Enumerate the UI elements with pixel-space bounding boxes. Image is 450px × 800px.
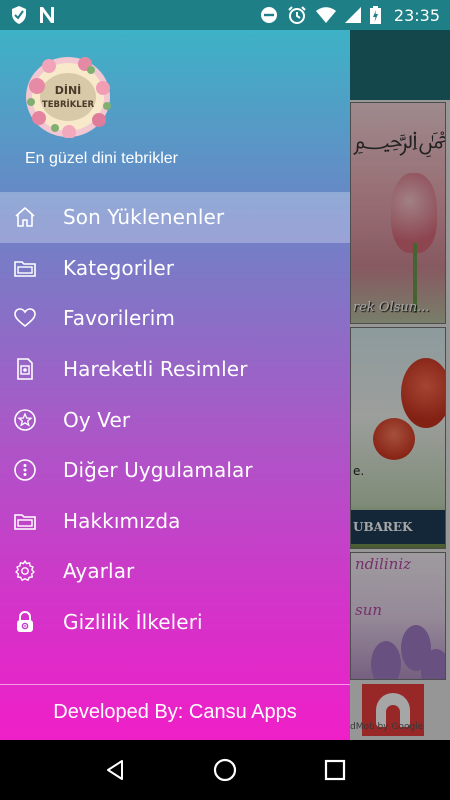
shield-icon — [10, 5, 28, 25]
menu-item-label: Kategoriler — [63, 255, 175, 280]
menu-item-label: Son Yüklenenler — [63, 205, 225, 230]
drawer-footer: Developed By: Cansu Apps — [0, 684, 350, 740]
menu-item-diger-uygulamalar[interactable]: Diğer Uygulamalar — [0, 445, 350, 496]
n-letter-icon — [38, 6, 56, 24]
recents-button[interactable] — [315, 750, 355, 790]
wifi-icon — [315, 7, 336, 23]
folder-icon — [12, 508, 38, 534]
menu-item-favorilerim[interactable]: Favorilerim — [0, 293, 350, 344]
home-circle-icon — [213, 758, 237, 782]
more-vertical-icon — [12, 457, 38, 483]
signal-icon — [344, 7, 361, 23]
settings-icon — [12, 558, 38, 584]
menu-item-hareketli-resimler[interactable]: Hareketli Resimler — [0, 344, 350, 395]
menu-item-gizlilik-ilkeleri[interactable]: Gizlilik İlkeleri — [0, 597, 350, 648]
menu-item-label: Gizlilik İlkeleri — [63, 610, 203, 635]
menu-item-son-yuklenenler[interactable]: Son Yüklenenler — [0, 192, 350, 243]
app-logo: DİNİ TEBRİKLER — [25, 56, 111, 139]
menu-item-ayarlar[interactable]: Ayarlar — [0, 546, 350, 597]
back-icon — [107, 760, 123, 780]
status-time: 23:35 — [393, 5, 440, 25]
navigation-drawer: DİNİ TEBRİKLER En güzel dini tebrikler S… — [0, 30, 350, 740]
home-button[interactable] — [205, 750, 245, 790]
drawer-menu: Son Yüklenenler Kategoriler Favorilerim … — [0, 192, 350, 647]
menu-item-label: Favorilerim — [63, 306, 175, 331]
menu-item-label: Hakkımızda — [63, 508, 181, 533]
star-icon — [12, 407, 38, 433]
status-bar: 23:35 — [0, 0, 450, 30]
menu-item-label: Diğer Uygulamalar — [63, 458, 253, 483]
menu-item-label: Ayarlar — [63, 559, 135, 584]
home-icon — [12, 204, 38, 230]
system-nav-bar — [0, 740, 450, 800]
lock-icon — [12, 609, 38, 635]
logo-text-line2: TEBRİKLER — [42, 99, 95, 110]
developer-credit[interactable]: Developed By: Cansu Apps — [53, 701, 297, 724]
drawer-header: DİNİ TEBRİKLER En güzel dini tebrikler — [0, 30, 350, 192]
logo-text-line1: DİNİ — [55, 83, 82, 97]
do-not-disturb-icon — [260, 6, 278, 24]
back-button[interactable] — [95, 750, 135, 790]
menu-item-hakkimizda[interactable]: Hakkımızda — [0, 496, 350, 547]
battery-charging-icon — [369, 6, 381, 24]
recents-icon — [324, 759, 346, 781]
drawer-subtitle: En güzel dini tebrikler — [25, 150, 178, 167]
animated-image-icon — [12, 356, 38, 382]
menu-item-oy-ver[interactable]: Oy Ver — [0, 394, 350, 445]
menu-item-label: Hareketli Resimler — [63, 357, 248, 382]
menu-item-label: Oy Ver — [63, 407, 131, 432]
heart-icon — [12, 305, 38, 331]
folder-icon — [12, 255, 38, 281]
menu-item-kategoriler[interactable]: Kategoriler — [0, 243, 350, 294]
alarm-icon — [287, 5, 307, 25]
